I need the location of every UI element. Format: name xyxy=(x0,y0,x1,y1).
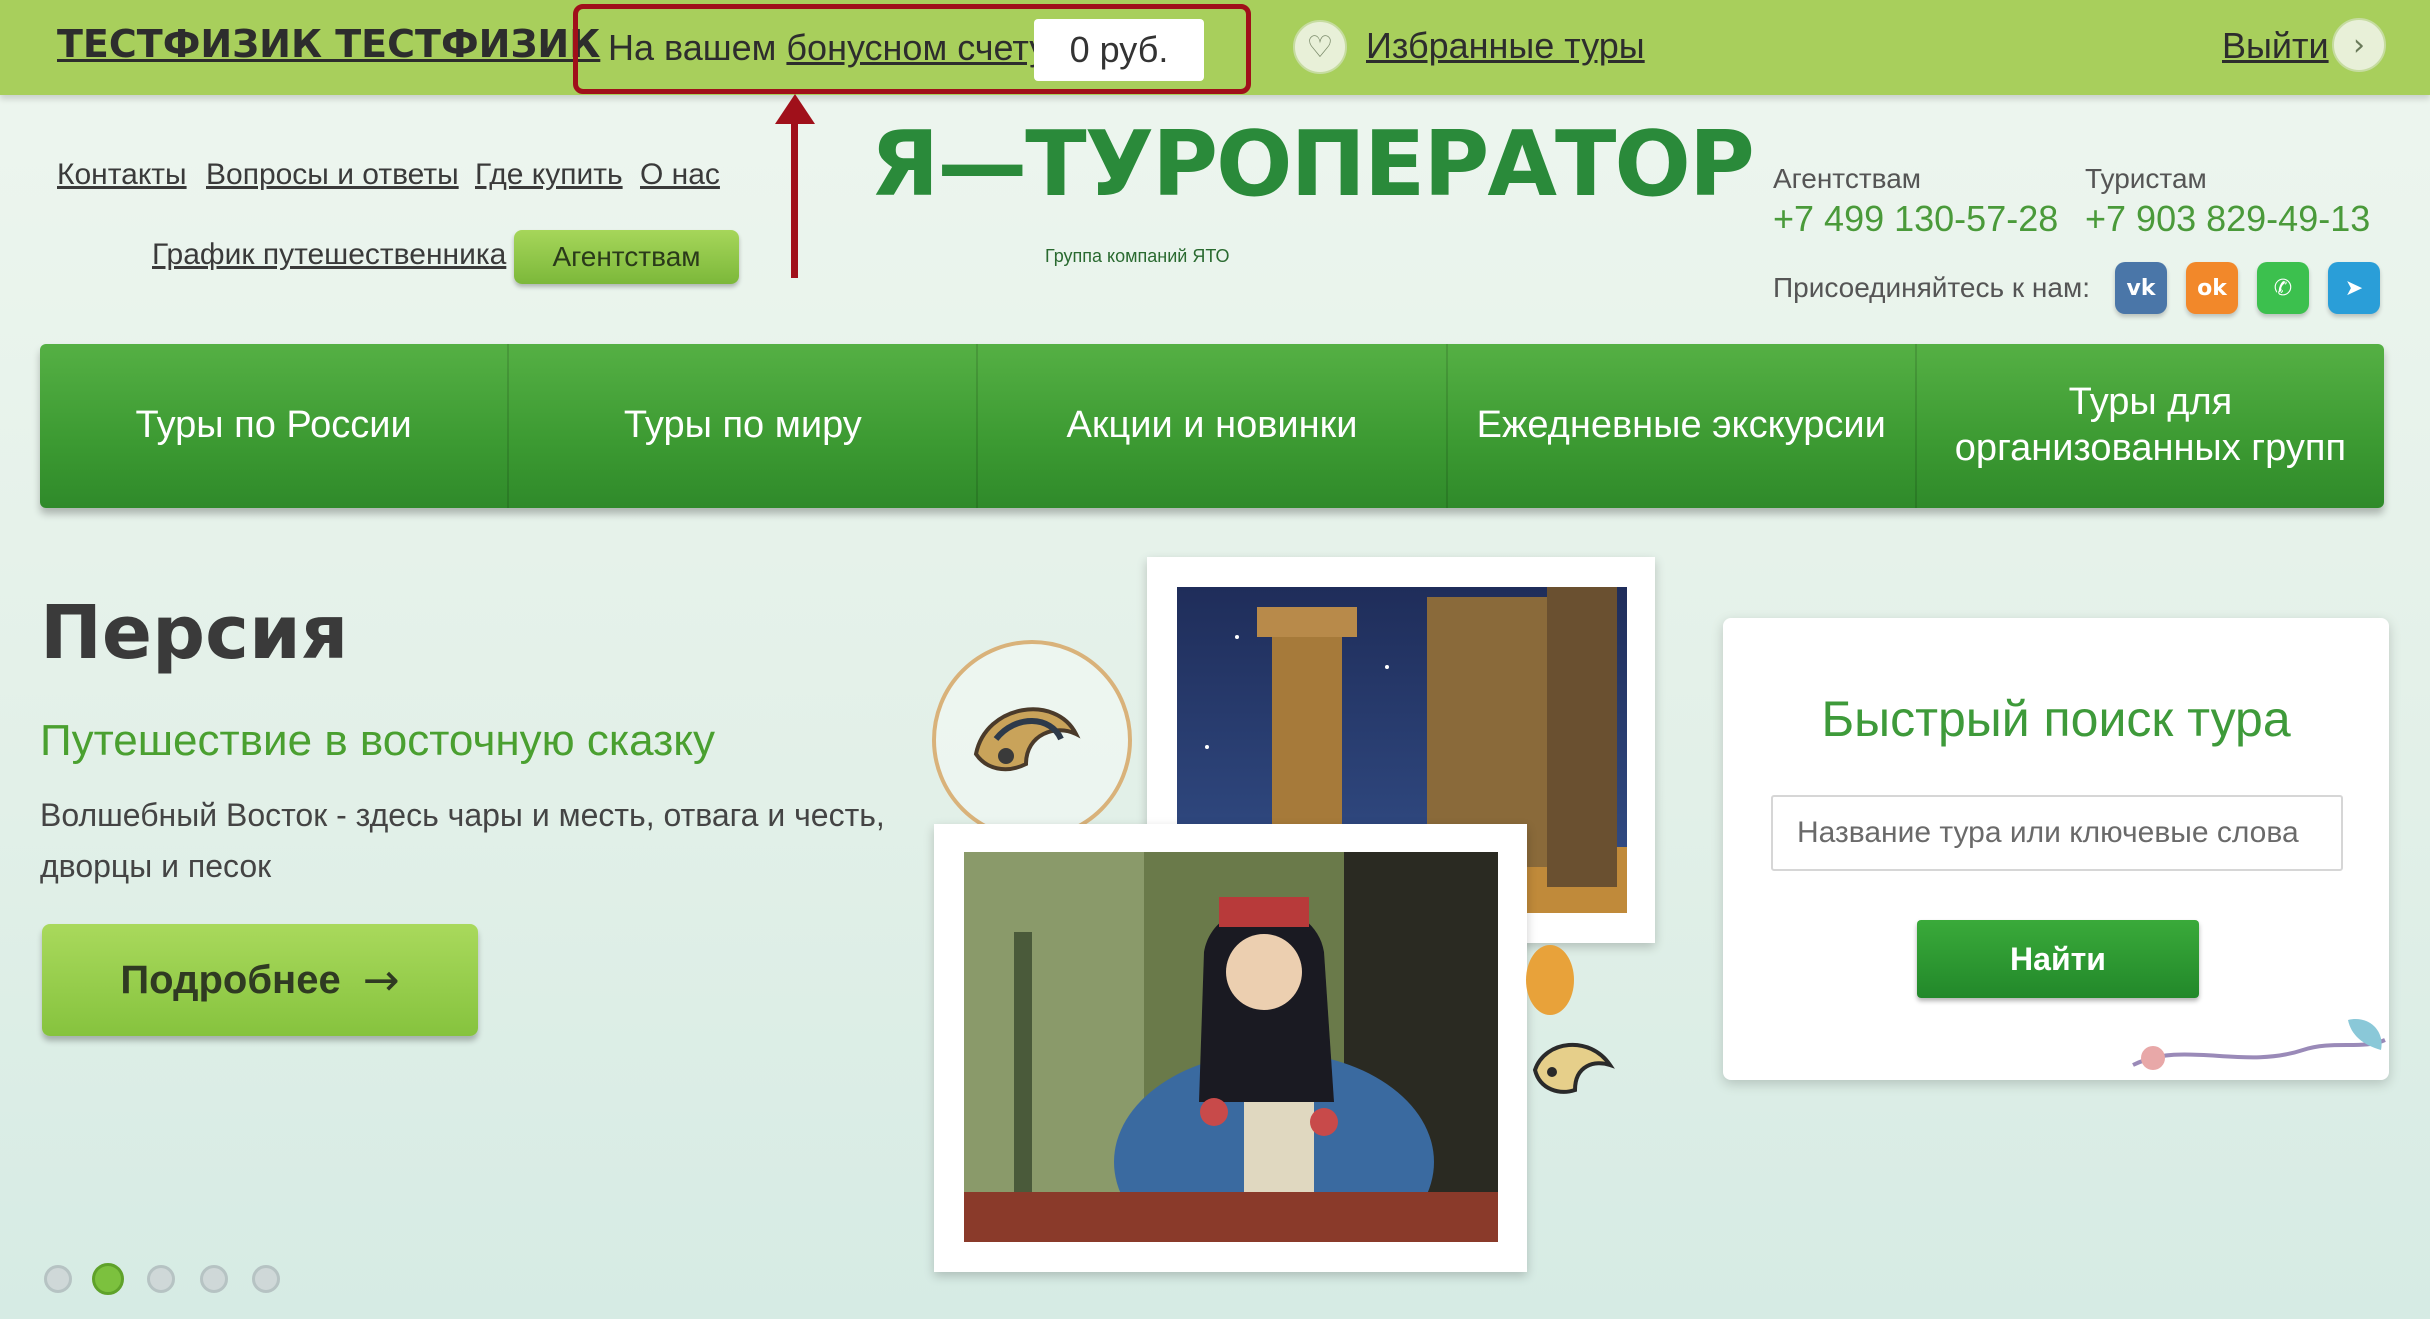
nav-link-faq[interactable]: Вопросы и ответы xyxy=(206,158,459,192)
company-logo[interactable]: Я—ТУРОПЕРАТОР Группа компаний ЯТО xyxy=(870,120,1755,280)
agency-button[interactable]: Агентствам xyxy=(514,230,739,284)
social-join-label: Присоединяйтесь к нам: xyxy=(1773,272,2090,303)
quick-search-card: Быстрый поиск тура Найти xyxy=(1723,618,2389,1080)
vk-icon[interactable]: vk xyxy=(2115,262,2167,314)
bird-decoration xyxy=(1530,1030,1620,1110)
bonus-text: На вашем бонусном счету xyxy=(608,27,1047,69)
nav-tours-russia[interactable]: Туры по России xyxy=(40,344,510,508)
telegram-icon[interactable]: ➤ xyxy=(2328,262,2380,314)
nav-daily-excursions[interactable]: Ежедневные экскурсии xyxy=(1448,344,1917,508)
whatsapp-icon[interactable]: ✆ xyxy=(2257,262,2309,314)
slider-dot-1[interactable] xyxy=(44,1265,72,1293)
nav-link-where-to-buy[interactable]: Где купить xyxy=(475,158,623,192)
search-input[interactable] xyxy=(1771,795,2343,871)
chevron-right-icon[interactable]: › xyxy=(2332,18,2386,72)
hero-description: Волшебный Восток - здесь чары и месть, о… xyxy=(40,797,885,885)
hero-title: Персия xyxy=(40,590,349,676)
odnoklassniki-icon[interactable]: ok xyxy=(2186,262,2238,314)
hero-photo-princess xyxy=(934,824,1527,1272)
more-button-label: Подробнее xyxy=(120,957,341,1002)
search-title: Быстрый поиск тура xyxy=(1821,691,2291,747)
contact-phone-tourists[interactable]: +7 903 829-49-13 xyxy=(2085,198,2370,240)
contact-label-tourists: Туристам xyxy=(2085,163,2207,194)
heart-icon[interactable]: ♡ xyxy=(1293,20,1347,74)
main-navigation: Туры по России Туры по миру Акции и нови… xyxy=(40,344,2384,508)
search-button[interactable]: Найти xyxy=(1917,920,2199,998)
top-bar: ТЕСТФИЗИК ТЕСТФИЗИК На вашем бонусном сч… xyxy=(0,0,2430,95)
bonus-account-link[interactable]: бонусном счету xyxy=(786,27,1047,68)
bonus-prefix: На вашем xyxy=(608,27,787,68)
slider-dot-4[interactable] xyxy=(200,1265,228,1293)
annotation-arrow-line xyxy=(791,110,798,278)
leaf-decoration xyxy=(1526,945,1574,1015)
nav-promotions[interactable]: Акции и новинки xyxy=(978,344,1448,508)
floral-decoration xyxy=(2132,1019,2386,1070)
user-name-link[interactable]: ТЕСТФИЗИК ТЕСТФИЗИК xyxy=(57,22,600,66)
arrow-right-icon: → xyxy=(362,954,400,1006)
ornament-decoration xyxy=(932,640,1132,840)
logo-wordmark: Я—ТУРОПЕРАТОР xyxy=(870,112,1755,217)
logo-subtitle: Группа компаний ЯТО xyxy=(1045,246,1230,266)
contact-phone-agencies[interactable]: +7 499 130-57-28 xyxy=(1773,198,2058,240)
logout-link[interactable]: Выйти xyxy=(2222,25,2329,67)
nav-tours-world[interactable]: Туры по миру xyxy=(509,344,979,508)
slider-dot-5[interactable] xyxy=(252,1265,280,1293)
favorites-link[interactable]: Избранные туры xyxy=(1366,25,1645,67)
nav-link-travel-schedule[interactable]: График путешественника xyxy=(152,238,506,272)
bird-icon xyxy=(1532,1042,1615,1094)
slider-dot-2[interactable] xyxy=(92,1263,124,1295)
contact-label-agencies: Агентствам xyxy=(1773,163,1922,194)
nav-group-tours[interactable]: Туры для организованных групп xyxy=(1917,344,2384,508)
nav-link-about[interactable]: О нас xyxy=(640,158,720,192)
nav-link-contacts[interactable]: Контакты xyxy=(57,158,187,192)
ornament-bird-icon xyxy=(973,707,1081,772)
bonus-highlight-box: На вашем бонусном счету 0 руб. xyxy=(573,4,1251,94)
more-button[interactable]: Подробнее → xyxy=(42,924,478,1036)
hero-subtitle: Путешествие в восточную сказку xyxy=(40,716,715,765)
slider-dot-3[interactable] xyxy=(147,1265,175,1293)
bonus-balance: 0 руб. xyxy=(1034,19,1204,81)
princess-illustration xyxy=(964,852,1498,1242)
